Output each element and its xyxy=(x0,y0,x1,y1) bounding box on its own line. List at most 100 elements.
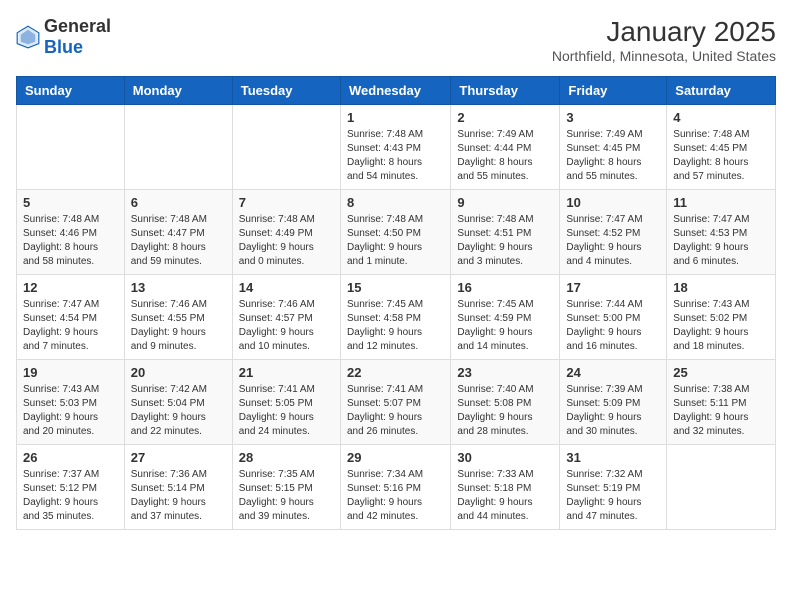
day-info: Sunrise: 7:34 AM Sunset: 5:16 PM Dayligh… xyxy=(347,468,444,524)
day-number: 16 xyxy=(457,280,553,295)
day-info: Sunrise: 7:43 AM Sunset: 5:03 PM Dayligh… xyxy=(23,383,118,439)
day-number: 6 xyxy=(131,195,226,210)
calendar-cell: 25 Sunrise: 7:38 AM Sunset: 5:11 PM Dayli… xyxy=(667,360,776,445)
calendar-cell: 21Sunrise: 7:41 AM Sunset: 5:05 PM Dayli… xyxy=(232,360,340,445)
day-info: Sunrise: 7:41 AM Sunset: 5:07 PM Dayligh… xyxy=(347,383,444,439)
day-info: Sunrise: 7:48 AM Sunset: 4:45 PM Dayligh… xyxy=(673,128,769,184)
calendar-cell: 28Sunrise: 7:35 AM Sunset: 5:15 PM Dayli… xyxy=(232,445,340,530)
day-number: 31 xyxy=(566,450,660,465)
day-number: 1 xyxy=(347,110,444,125)
day-info: Sunrise: 7:43 AM Sunset: 5:02 PM Dayligh… xyxy=(673,298,769,354)
day-number: 4 xyxy=(673,110,769,125)
day-number: 22 xyxy=(347,365,444,380)
calendar-cell: 20 Sunrise: 7:42 AM Sunset: 5:04 PM Dayli… xyxy=(124,360,232,445)
day-number: 7 xyxy=(239,195,334,210)
day-info: Sunrise: 7:48 AM Sunset: 4:43 PM Dayligh… xyxy=(347,128,444,184)
calendar-cell xyxy=(124,105,232,190)
day-info: Sunrise: 7:47 AM Sunset: 4:54 PM Dayligh… xyxy=(23,298,118,354)
day-number: 9 xyxy=(457,195,553,210)
logo-text: General Blue xyxy=(44,16,111,58)
page-header: General Blue January 2025 Northfield, Mi… xyxy=(16,16,776,64)
calendar-header-row: SundayMondayTuesdayWednesdayThursdayFrid… xyxy=(17,77,776,105)
logo: General Blue xyxy=(16,16,111,58)
day-number: 29 xyxy=(347,450,444,465)
calendar-cell: 8Sunrise: 7:48 AM Sunset: 4:50 PM Daylig… xyxy=(340,190,450,275)
day-info: Sunrise: 7:47 AM Sunset: 4:53 PM Dayligh… xyxy=(673,213,769,269)
day-number: 5 xyxy=(23,195,118,210)
calendar-cell: 17Sunrise: 7:44 AM Sunset: 5:00 PM Dayli… xyxy=(560,275,667,360)
day-info: Sunrise: 7:48 AM Sunset: 4:47 PM Dayligh… xyxy=(131,213,226,269)
calendar-cell: 10Sunrise: 7:47 AM Sunset: 4:52 PM Dayli… xyxy=(560,190,667,275)
day-number: 17 xyxy=(566,280,660,295)
title-block: January 2025 Northfield, Minnesota, Unit… xyxy=(552,16,776,64)
day-info: Sunrise: 7:45 AM Sunset: 4:58 PM Dayligh… xyxy=(347,298,444,354)
day-number: 13 xyxy=(131,280,226,295)
day-info: Sunrise: 7:42 AM Sunset: 5:04 PM Dayligh… xyxy=(131,383,226,439)
calendar-week-5: 26 Sunrise: 7:37 AM Sunset: 5:12 PM Dayli… xyxy=(17,445,776,530)
calendar-cell: 5 Sunrise: 7:48 AM Sunset: 4:46 PM Daylig… xyxy=(17,190,125,275)
day-info: Sunrise: 7:48 AM Sunset: 4:49 PM Dayligh… xyxy=(239,213,334,269)
calendar-cell: 7 Sunrise: 7:48 AM Sunset: 4:49 PM Daylig… xyxy=(232,190,340,275)
day-number: 3 xyxy=(566,110,660,125)
calendar-cell: 30Sunrise: 7:33 AM Sunset: 5:18 PM Dayli… xyxy=(451,445,560,530)
calendar-cell xyxy=(667,445,776,530)
day-info: Sunrise: 7:47 AM Sunset: 4:52 PM Dayligh… xyxy=(566,213,660,269)
calendar-cell: 27Sunrise: 7:36 AM Sunset: 5:14 PM Dayli… xyxy=(124,445,232,530)
calendar-cell: 26 Sunrise: 7:37 AM Sunset: 5:12 PM Dayli… xyxy=(17,445,125,530)
day-header-monday: Monday xyxy=(124,77,232,105)
day-info: Sunrise: 7:38 AM Sunset: 5:11 PM Dayligh… xyxy=(673,383,769,439)
day-info: Sunrise: 7:37 AM Sunset: 5:12 PM Dayligh… xyxy=(23,468,118,524)
day-info: Sunrise: 7:48 AM Sunset: 4:51 PM Dayligh… xyxy=(457,213,553,269)
calendar-table: SundayMondayTuesdayWednesdayThursdayFrid… xyxy=(16,76,776,530)
calendar-week-2: 5 Sunrise: 7:48 AM Sunset: 4:46 PM Daylig… xyxy=(17,190,776,275)
day-info: Sunrise: 7:49 AM Sunset: 4:45 PM Dayligh… xyxy=(566,128,660,184)
day-header-sunday: Sunday xyxy=(17,77,125,105)
calendar-week-3: 12Sunrise: 7:47 AM Sunset: 4:54 PM Dayli… xyxy=(17,275,776,360)
day-info: Sunrise: 7:41 AM Sunset: 5:05 PM Dayligh… xyxy=(239,383,334,439)
day-number: 26 xyxy=(23,450,118,465)
calendar-cell: 9 Sunrise: 7:48 AM Sunset: 4:51 PM Daylig… xyxy=(451,190,560,275)
calendar-cell: 2 Sunrise: 7:49 AM Sunset: 4:44 PM Daylig… xyxy=(451,105,560,190)
day-info: Sunrise: 7:49 AM Sunset: 4:44 PM Dayligh… xyxy=(457,128,553,184)
calendar-cell xyxy=(232,105,340,190)
day-header-friday: Friday xyxy=(560,77,667,105)
day-info: Sunrise: 7:46 AM Sunset: 4:57 PM Dayligh… xyxy=(239,298,334,354)
calendar-week-4: 19 Sunrise: 7:43 AM Sunset: 5:03 PM Dayli… xyxy=(17,360,776,445)
calendar-cell: 12Sunrise: 7:47 AM Sunset: 4:54 PM Dayli… xyxy=(17,275,125,360)
day-info: Sunrise: 7:39 AM Sunset: 5:09 PM Dayligh… xyxy=(566,383,660,439)
calendar-cell: 1 Sunrise: 7:48 AM Sunset: 4:43 PM Daylig… xyxy=(340,105,450,190)
day-number: 23 xyxy=(457,365,553,380)
logo-blue: Blue xyxy=(44,37,83,57)
day-info: Sunrise: 7:48 AM Sunset: 4:46 PM Dayligh… xyxy=(23,213,118,269)
day-number: 25 xyxy=(673,365,769,380)
calendar-cell: 18Sunrise: 7:43 AM Sunset: 5:02 PM Dayli… xyxy=(667,275,776,360)
month-title: January 2025 xyxy=(552,16,776,48)
calendar-cell: 16 Sunrise: 7:45 AM Sunset: 4:59 PM Dayli… xyxy=(451,275,560,360)
day-number: 24 xyxy=(566,365,660,380)
calendar-cell: 29 Sunrise: 7:34 AM Sunset: 5:16 PM Dayli… xyxy=(340,445,450,530)
location-title: Northfield, Minnesota, United States xyxy=(552,48,776,64)
day-number: 15 xyxy=(347,280,444,295)
day-info: Sunrise: 7:33 AM Sunset: 5:18 PM Dayligh… xyxy=(457,468,553,524)
calendar-cell: 13 Sunrise: 7:46 AM Sunset: 4:55 PM Dayli… xyxy=(124,275,232,360)
day-number: 11 xyxy=(673,195,769,210)
calendar-cell: 22 Sunrise: 7:41 AM Sunset: 5:07 PM Dayli… xyxy=(340,360,450,445)
day-number: 14 xyxy=(239,280,334,295)
calendar-cell: 4 Sunrise: 7:48 AM Sunset: 4:45 PM Daylig… xyxy=(667,105,776,190)
day-number: 20 xyxy=(131,365,226,380)
day-info: Sunrise: 7:40 AM Sunset: 5:08 PM Dayligh… xyxy=(457,383,553,439)
day-info: Sunrise: 7:36 AM Sunset: 5:14 PM Dayligh… xyxy=(131,468,226,524)
day-info: Sunrise: 7:46 AM Sunset: 4:55 PM Dayligh… xyxy=(131,298,226,354)
calendar-cell: 23 Sunrise: 7:40 AM Sunset: 5:08 PM Dayli… xyxy=(451,360,560,445)
day-number: 28 xyxy=(239,450,334,465)
day-info: Sunrise: 7:45 AM Sunset: 4:59 PM Dayligh… xyxy=(457,298,553,354)
day-number: 19 xyxy=(23,365,118,380)
calendar-cell: 19 Sunrise: 7:43 AM Sunset: 5:03 PM Dayli… xyxy=(17,360,125,445)
day-header-tuesday: Tuesday xyxy=(232,77,340,105)
calendar-cell: 11 Sunrise: 7:47 AM Sunset: 4:53 PM Dayli… xyxy=(667,190,776,275)
calendar-cell: 14 Sunrise: 7:46 AM Sunset: 4:57 PM Dayli… xyxy=(232,275,340,360)
day-header-saturday: Saturday xyxy=(667,77,776,105)
day-number: 2 xyxy=(457,110,553,125)
day-info: Sunrise: 7:48 AM Sunset: 4:50 PM Dayligh… xyxy=(347,213,444,269)
calendar-cell: 15 Sunrise: 7:45 AM Sunset: 4:58 PM Dayli… xyxy=(340,275,450,360)
